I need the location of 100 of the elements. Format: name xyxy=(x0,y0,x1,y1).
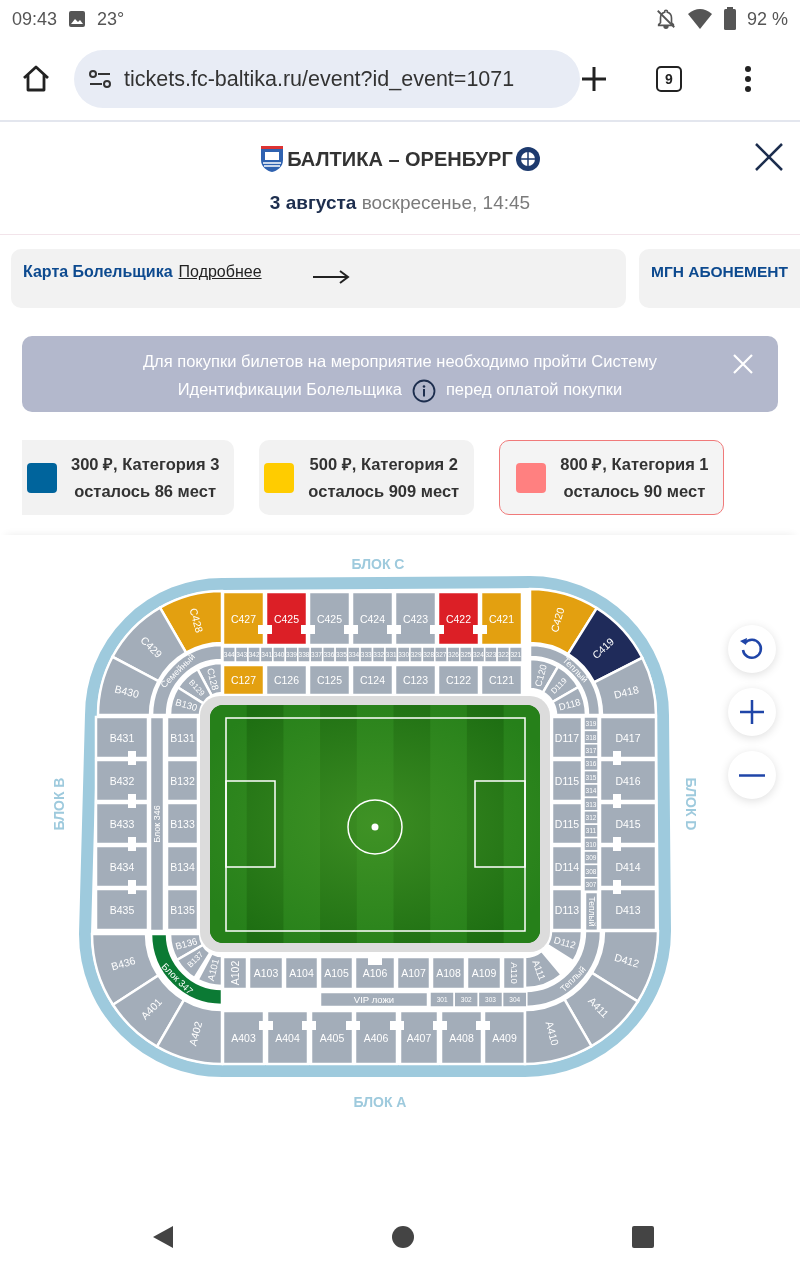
entrance-marker xyxy=(368,957,382,965)
seat-section[interactable]: D415 xyxy=(598,801,658,846)
notice-text: перед оплатой покупки xyxy=(445,380,623,398)
seat-section[interactable]: D114 xyxy=(550,844,584,889)
price-category-card[interactable]: 500 ₽, Категория 2 осталось 909 мест xyxy=(259,440,475,515)
price-label: 500 ₽, Категория 2 xyxy=(309,453,458,475)
seat-section[interactable]: A404 xyxy=(265,1009,310,1066)
close-icon[interactable] xyxy=(754,142,784,172)
seats-left: осталось 86 мест xyxy=(74,480,216,502)
entrance-marker xyxy=(613,794,621,808)
price-category-card[interactable]: 800 ₽, Категория 1 осталось 90 мест xyxy=(499,440,724,515)
seat-section[interactable]: A107 xyxy=(395,955,432,991)
seat-section[interactable]: A102 xyxy=(221,955,249,991)
seat-section[interactable]: D414 xyxy=(598,844,658,889)
seat-section[interactable]: C121 xyxy=(479,663,524,697)
reset-zoom-button[interactable] xyxy=(728,625,776,673)
entrance-marker xyxy=(613,837,621,851)
zoom-in-icon xyxy=(738,698,766,726)
seat-section[interactable]: A403 xyxy=(221,1009,266,1066)
seat-section[interactable]: B134 xyxy=(165,844,200,889)
match-time: воскресенье, 14:45 xyxy=(361,192,531,213)
image-icon xyxy=(67,9,88,29)
more-link[interactable]: Подробнее xyxy=(178,263,262,281)
notice-text: Идентификации Болельщика xyxy=(177,380,402,398)
seat-section[interactable]: A105 xyxy=(318,955,355,991)
plus-icon[interactable] xyxy=(580,65,608,93)
seat-section[interactable]: A106 xyxy=(353,955,397,991)
seat-section[interactable]: D413 xyxy=(598,887,658,932)
seat-section[interactable]: C424 xyxy=(350,590,395,647)
block-label: БЛОК В xyxy=(50,777,67,831)
seat-section[interactable]: B135 xyxy=(165,887,200,932)
address-bar[interactable]: tickets.fc-baltika.ru/event?id_event=1071 xyxy=(74,50,580,108)
seat-section[interactable]: Блок 346 xyxy=(148,715,166,933)
promo-card[interactable]: МГН АБОНЕМЕНТ xyxy=(639,249,800,308)
back-icon[interactable] xyxy=(152,1225,174,1249)
entrance-marker xyxy=(301,625,315,634)
seat-section[interactable]: D115 xyxy=(550,801,584,846)
info-icon[interactable] xyxy=(411,378,436,403)
seat-section[interactable]: B435 xyxy=(94,887,150,932)
clock-time: 09:43 xyxy=(12,8,58,30)
seat-section[interactable]: B431 xyxy=(94,715,150,760)
seat-section[interactable]: D115 xyxy=(550,758,584,803)
seat-section[interactable]: C124 xyxy=(350,663,395,697)
seat-section[interactable]: C425 xyxy=(264,590,309,647)
seat-section[interactable]: C123 xyxy=(393,663,438,697)
seat-section[interactable]: A405 xyxy=(309,1009,355,1066)
more-icon[interactable] xyxy=(744,65,752,93)
seat-section[interactable]: A408 xyxy=(439,1009,484,1066)
seat-section[interactable]: A108 xyxy=(430,955,467,991)
home-circle-icon[interactable] xyxy=(391,1225,415,1249)
seat-section[interactable]: A109 xyxy=(465,955,503,991)
seat-section[interactable]: C127 xyxy=(221,663,266,697)
seat-section[interactable]: A409 xyxy=(482,1009,527,1066)
tab-count-button[interactable]: 9 xyxy=(656,66,682,92)
round-crest-icon xyxy=(514,146,541,172)
seat-section[interactable]: C122 xyxy=(436,663,481,697)
entrance-marker xyxy=(344,625,358,634)
shield-crest-icon xyxy=(259,145,286,173)
zoom-out-button[interactable] xyxy=(728,751,776,799)
price-category-card[interactable]: 300 ₽, Категория 3 осталось 86 мест xyxy=(22,440,235,515)
block-label: БЛОК А xyxy=(353,1093,407,1110)
entrance-marker xyxy=(128,794,136,808)
seat-section[interactable]: B434 xyxy=(94,844,150,889)
match-date: 3 августа xyxy=(269,192,357,213)
seat-section[interactable]: B133 xyxy=(165,801,200,846)
seat-section[interactable]: C421 xyxy=(479,590,524,647)
seat-section[interactable]: A407 xyxy=(398,1009,440,1066)
seat-section[interactable]: B432 xyxy=(94,758,150,803)
seat-section[interactable]: B131 xyxy=(165,715,200,760)
seat-section[interactable]: C427 xyxy=(221,590,266,647)
seat-section[interactable]: Теплый xyxy=(583,890,600,933)
block-label: БЛОК С xyxy=(351,555,405,572)
seat-section[interactable]: D113 xyxy=(550,887,584,932)
seat-section[interactable]: D117 xyxy=(550,715,584,760)
seat-section[interactable]: C126 xyxy=(264,663,309,697)
entrance-marker xyxy=(473,625,487,634)
seat-section[interactable]: B132 xyxy=(165,758,200,803)
seat-section[interactable]: VIP ложи xyxy=(318,990,430,1009)
promo-card[interactable]: Карта Болельщика Подробнее xyxy=(11,249,626,308)
seat-section[interactable]: D416 xyxy=(598,758,658,803)
entrance-marker xyxy=(613,880,621,894)
seat-section[interactable]: B433 xyxy=(94,801,150,846)
entrance-marker xyxy=(346,1021,360,1030)
entrance-marker xyxy=(613,751,621,765)
seat-section[interactable]: A103 xyxy=(247,955,285,991)
seat-section[interactable]: C422 xyxy=(436,590,481,647)
seat-section[interactable]: A104 xyxy=(283,955,320,991)
zoom-in-button[interactable] xyxy=(728,688,776,736)
bell-off-icon xyxy=(654,8,677,30)
entrance-marker xyxy=(259,1021,273,1030)
seat-section[interactable]: C125 xyxy=(307,663,352,697)
battery-level: 92 % xyxy=(746,8,788,30)
seat-section[interactable]: A110 xyxy=(501,955,527,991)
seat-section[interactable]: C423 xyxy=(393,590,438,647)
seat-section[interactable]: D417 xyxy=(598,715,658,760)
entrance-marker xyxy=(128,751,136,765)
seat-section[interactable]: C425 xyxy=(307,590,352,647)
seat-section[interactable]: A406 xyxy=(353,1009,399,1066)
zoom-out-icon xyxy=(739,773,765,777)
promo-title: Карта Болельщика xyxy=(23,263,173,281)
